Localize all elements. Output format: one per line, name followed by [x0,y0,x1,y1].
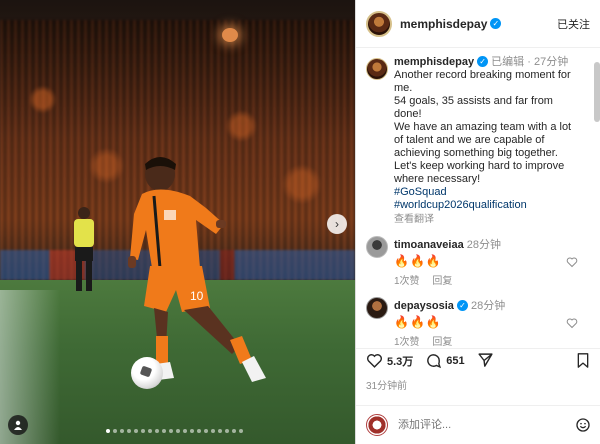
carousel-indicator [106,429,243,433]
see-translation-link[interactable]: 查看翻译 [394,213,574,226]
post-header: memphisdepay ✓ 已关注 [356,0,600,48]
carousel-dot [141,429,145,433]
carousel-dot [211,429,215,433]
comment-action[interactable]: 651 [425,352,465,369]
post-photo[interactable]: 10 › [0,0,355,444]
caption-line: Another record breaking moment for me. [394,69,571,94]
carousel-dot [155,429,159,433]
carousel-dot [127,429,131,433]
carousel-dot [239,429,243,433]
bookmark-icon[interactable] [575,352,591,369]
carousel-dot [232,429,236,433]
verified-badge-icon: ✓ [456,300,468,311]
comments-section: memphisdepay ✓ 已编辑 · 27分钟 Another record … [356,48,600,348]
current-user-avatar [366,414,388,436]
comment-username[interactable]: depaysosia [394,300,454,312]
caption-age: 27分钟 [533,56,569,68]
carousel-dot [225,429,229,433]
commenter-avatar[interactable] [366,297,388,319]
carousel-dot [162,429,166,433]
post-caption: memphisdepay ✓ 已编辑 · 27分钟 Another record … [356,48,600,226]
caption-username[interactable]: memphisdepay [394,56,474,68]
comment-item: depaysosia ✓ 28分钟 🔥🔥🔥 1次赞 回复 [356,297,600,348]
carousel-dot [106,429,110,433]
comments-scrollbar[interactable] [594,62,600,122]
comment-text: 🔥🔥🔥 [394,315,442,329]
hashtag-link[interactable]: #worldcup2026qualification [394,199,574,212]
like-comment-heart-icon[interactable] [566,256,578,268]
post-timestamp: 31分钟前 [366,381,408,392]
tagged-user-button[interactable] [8,415,28,435]
author-username[interactable]: memphisdepay [400,17,487,31]
commenter-avatar[interactable] [366,236,388,258]
caption-line: Let's keep working hard to improve where… [394,160,565,185]
next-slide-button[interactable]: › [327,214,347,234]
carousel-dot [197,429,201,433]
svg-text:10: 10 [190,289,204,303]
carousel-dot [113,429,117,433]
carousel-dot [218,429,222,433]
comment-count: 651 [446,354,465,367]
carousel-dot [120,429,124,433]
post-details-panel: memphisdepay ✓ 已关注 memphisdepay ✓ 已编辑 · 2… [355,0,600,444]
reply-button[interactable]: 回复 [432,337,452,348]
heart-icon[interactable] [366,352,383,369]
comment-likes[interactable]: 1次赞 [394,337,420,348]
caption-author-avatar[interactable] [366,58,388,80]
carousel-dot [148,429,152,433]
verified-badge-icon: ✓ [477,56,489,67]
share-icon[interactable] [477,352,494,369]
comment-item: timoanaveiaa 28分钟 🔥🔥🔥 1次赞 回复 [356,236,600,287]
following-button[interactable]: 已关注 [557,16,590,32]
carousel-dot [183,429,187,433]
comment-input[interactable] [396,418,560,432]
add-comment-bar [356,405,600,444]
hashtag-link[interactable]: #GoSquad [394,186,574,199]
comment-age: 28分钟 [466,239,502,251]
carousel-dot [169,429,173,433]
referee [74,207,94,291]
football [131,357,163,389]
like-comment-heart-icon[interactable] [566,317,578,329]
stadium-light [222,28,238,42]
like-action[interactable]: 5.3万 [366,352,413,369]
user-icon [14,420,22,430]
carousel-dot [176,429,180,433]
carousel-dot [204,429,208,433]
author-avatar[interactable] [366,10,392,37]
comment-icon[interactable] [425,352,442,369]
comment-likes[interactable]: 1次赞 [394,276,420,287]
emoji-icon[interactable] [575,417,591,433]
carousel-dot [190,429,194,433]
caption-line: We have an amazing team with a lot of ta… [394,121,572,159]
edited-label: 已编辑 [491,56,525,68]
like-count: 5.3万 [387,355,414,368]
caption-line: 54 goals, 35 assists and far from done! [394,95,553,120]
reply-button[interactable]: 回复 [432,276,452,287]
verified-badge-icon: ✓ [490,18,502,29]
comment-username[interactable]: timoanaveiaa [394,239,464,251]
comment-age: 28分钟 [470,300,506,312]
comment-text: 🔥🔥🔥 [394,254,442,268]
carousel-dot [134,429,138,433]
action-bar: 5.3万 651 [356,348,600,372]
share-action[interactable] [477,352,498,369]
